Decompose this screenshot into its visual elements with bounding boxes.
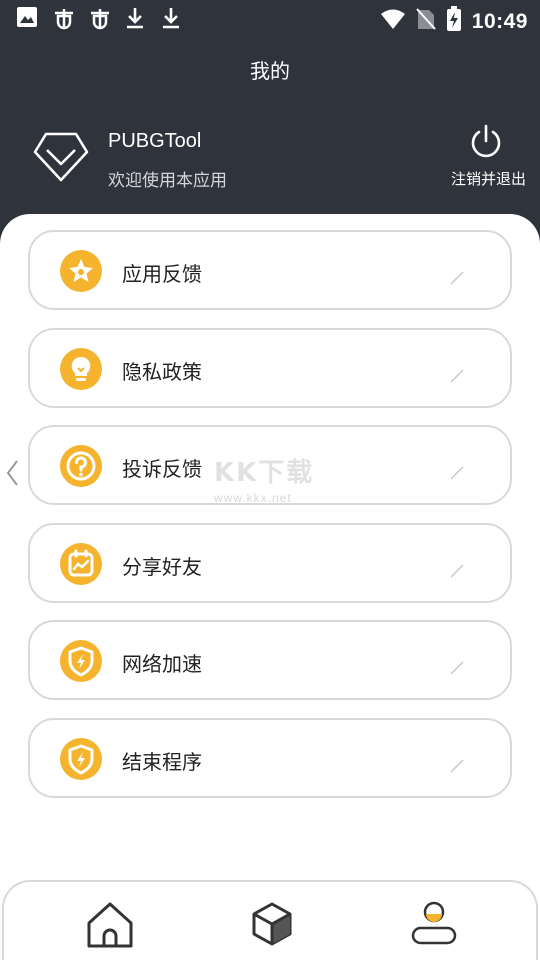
back-chevron-icon[interactable] <box>4 458 20 488</box>
corner-mark-icon <box>450 660 464 675</box>
nav-user[interactable] <box>404 894 464 954</box>
status-left-icons <box>16 6 184 30</box>
star-badge-icon <box>60 250 102 292</box>
power-icon[interactable] <box>468 124 504 160</box>
download-icon <box>160 6 184 30</box>
menu-item-label: 分享好友 <box>122 554 202 579</box>
menu-item-feedback[interactable]: 应用反馈 <box>28 230 512 310</box>
no-sim-icon <box>416 7 436 36</box>
corner-mark-icon <box>450 465 464 480</box>
nav-home[interactable] <box>80 894 140 954</box>
corner-mark-icon <box>450 270 464 285</box>
menu-item-label: 结束程序 <box>122 749 202 774</box>
menu-item-network-boost[interactable]: 网络加速 <box>28 620 512 700</box>
corner-mark-icon <box>450 563 464 578</box>
image-icon <box>16 6 40 30</box>
calendar-chart-icon <box>60 542 102 585</box>
menu-item-label: 网络加速 <box>122 652 202 676</box>
menu-item-privacy[interactable]: 隐私政策 <box>28 327 512 408</box>
menu-item-exit[interactable]: 结束程序 <box>28 717 512 798</box>
status-right-icons: 10:49 <box>380 6 528 37</box>
download-icon <box>124 6 148 30</box>
menu-item-label: 应用反馈 <box>122 262 202 286</box>
cube-icon <box>252 902 292 946</box>
diamond-logo-icon <box>32 128 90 186</box>
menu-list: 应用反馈 隐私政策 投诉反馈 分享好友 网络加速 结束程序 <box>28 230 512 815</box>
user-icon <box>411 901 457 945</box>
welcome-text: 欢迎使用本应用 <box>108 171 227 191</box>
logout-button[interactable]: 注销并退出 <box>451 168 526 189</box>
wifi-icon <box>380 8 406 35</box>
status-bar: 10:49 <box>0 0 540 36</box>
bug-icon <box>88 6 112 30</box>
lightbulb-icon <box>60 347 102 390</box>
question-icon <box>60 445 102 487</box>
corner-mark-icon <box>450 758 464 773</box>
shield-bolt-icon <box>60 737 102 780</box>
shield-bolt-icon <box>60 640 102 682</box>
content-sheet: 应用反馈 隐私政策 投诉反馈 分享好友 网络加速 结束程序 <box>0 214 540 960</box>
bug-icon <box>52 6 76 30</box>
nav-cube[interactable] <box>242 894 302 954</box>
status-time: 10:49 <box>471 9 528 33</box>
profile-section: PUBGTool 欢迎使用本应用 注销并退出 <box>0 118 540 198</box>
menu-item-complaint[interactable]: 投诉反馈 <box>28 425 512 505</box>
menu-item-label: 投诉反馈 <box>122 457 202 481</box>
app-name: PUBGTool <box>108 130 202 152</box>
menu-item-share[interactable]: 分享好友 <box>28 522 512 603</box>
page-title: 我的 <box>250 59 290 83</box>
bottom-nav <box>2 880 538 960</box>
corner-mark-icon <box>450 368 464 383</box>
menu-item-label: 隐私政策 <box>122 359 202 384</box>
battery-charging-icon <box>446 6 462 37</box>
home-icon <box>87 902 133 948</box>
